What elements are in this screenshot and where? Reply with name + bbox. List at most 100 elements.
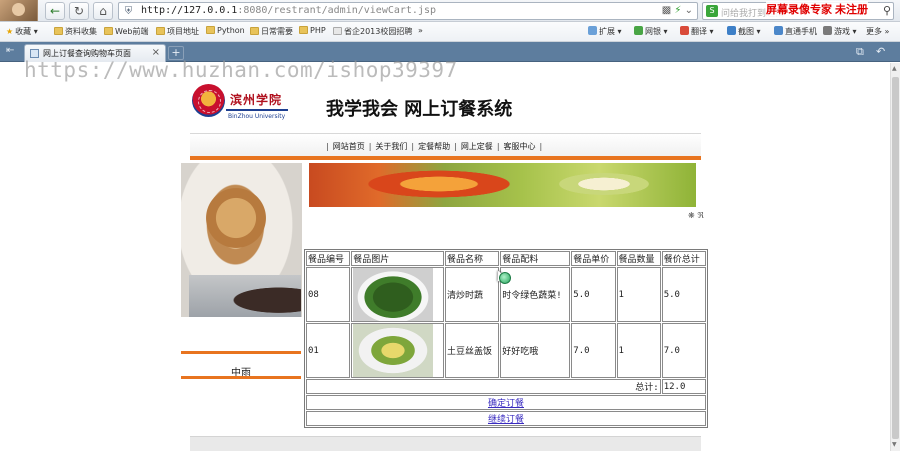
watermark-text: https://www.huzhan.com/ishop39397 [24,58,458,82]
bookmark-folder-5[interactable]: 日常需要 [250,26,293,37]
total-label: 总计: [306,379,661,394]
vertical-scrollbar[interactable]: ▲ ▼ [890,63,900,451]
nav-links: | 网站首页 | 关于我们 | 定餐帮助 | 网上定餐 | 客服中心 | [326,142,543,151]
banner-small-icons: ❋ ℜ [688,211,704,220]
folder-icon [104,27,113,35]
left-column [181,163,302,380]
cell-total: 5.0 [661,267,706,322]
browser-toolbar: ← ↻ ⌂ ⛨ http://127.0.0.1:8080/restrant/a… [0,0,900,22]
continue-order-link[interactable]: 继续订餐 [488,415,524,425]
logo-english-name: BinZhou University [228,113,286,120]
col-header-price: 餐品单价 [571,251,616,266]
cell-total: 7.0 [661,323,706,378]
dropdown-chevron-icon[interactable]: ⌄ [685,5,693,16]
bookmark-folder-3[interactable]: 项目地址 [156,26,199,37]
bookmark-folder-4[interactable]: Python [206,26,245,35]
university-logo[interactable]: 滨州学院 BinZhou University [190,81,290,129]
cell-image [351,323,445,378]
extensions-button[interactable]: 扩展 ▾ [588,26,622,37]
scroll-up-icon[interactable]: ▲ [892,65,897,72]
scroll-down-icon[interactable]: ▼ [892,441,897,448]
university-seal-icon [192,84,225,117]
main-navigation: | 网站首页 | 关于我们 | 定餐帮助 | 网上定餐 | 客服中心 | [190,133,701,160]
address-bar[interactable]: ⛨ http://127.0.0.1:8080/restrant/admin/v… [118,2,698,20]
logo-underline [226,109,288,111]
confirm-row: 确定订餐 [306,395,706,410]
col-header-qty: 餐品数量 [616,251,661,266]
puzzle-icon [588,26,597,35]
cursor-badge-icon [499,272,511,284]
qr-code-icon[interactable]: ▩ [662,5,671,16]
lightning-icon[interactable]: ⚡ [674,5,681,16]
cell-ingredients: 好好吃哦 [500,323,571,378]
bookmark-folder-6[interactable]: PHP [299,26,326,35]
translate-button[interactable]: 翻译 ▾ [680,26,714,37]
close-tab-icon[interactable]: × [152,47,160,58]
folder-icon [299,26,308,34]
food-banner-photo [309,163,696,207]
cell-name: 土豆丝盖饭 [445,323,500,378]
bookmark-folder-1[interactable]: 资料收集 [54,26,97,37]
cell-qty: 1 [616,267,661,322]
bookmark-link-7[interactable]: 省企2013校园招聘 [333,26,412,37]
home-button[interactable]: ⌂ [93,2,113,20]
refresh-button[interactable]: ↻ [69,2,89,20]
nav-home[interactable]: 网站首页 [333,142,365,151]
col-header-total: 餐价总计 [661,251,706,266]
bookmarks-bar: ★ 收藏 ▾ 资料收集 Web前端 项目地址 Python 日常需要 PHP 省企… [0,22,900,42]
search-engine-icon[interactable]: S [706,5,718,17]
cart-header-row: 餐品编号 餐品图片 餐品名称 餐品配料 餐品单价 餐品数量 餐价总计 [306,251,706,266]
scissors-icon [727,26,736,35]
folder-icon [250,27,259,35]
online-banking-button[interactable]: 网银 ▾ [634,26,668,37]
sidebar-toggle-icon[interactable]: ⇤ [6,45,14,56]
screen-recorder-label: 屏幕录像专家 未注册 [766,1,869,17]
address-url[interactable]: http://127.0.0.1:8080/restrant/admin/vie… [141,5,436,16]
cell-id: 01 [306,323,351,378]
search-icon[interactable]: ⚲ [883,4,891,17]
nav-help[interactable]: 定餐帮助 [418,142,450,151]
games-button[interactable]: 游戏 ▾ [823,26,857,37]
nav-service[interactable]: 客服中心 [504,142,536,151]
address-bar-actions[interactable]: ▩ ⚡ ⌄ [662,5,693,16]
cell-image [351,267,445,322]
screenshot-button[interactable]: 截图 ▾ [727,26,761,37]
total-value: 12.0 [661,379,706,394]
fried-food-photo [181,163,302,317]
folder-icon [54,27,63,35]
undo-close-icon[interactable]: ↶ [876,45,885,58]
user-avatar[interactable] [0,0,38,21]
bookmarks-more[interactable]: » [418,26,423,35]
back-arrow-icon: ← [49,4,61,18]
col-header-id: 餐品编号 [306,251,351,266]
dish-photo-potato [353,324,434,377]
bookmark-favorites[interactable]: ★ 收藏 ▾ [6,26,38,37]
scrollbar-thumb[interactable] [892,77,899,439]
star-icon: ★ [6,27,14,36]
translate-icon [680,26,689,35]
to-phone-button[interactable]: 直通手机 [774,26,817,37]
col-header-name: 餐品名称 [445,251,500,266]
refresh-icon: ↻ [73,4,85,18]
site-header: 滨州学院 BinZhou University 我学我会 网上订餐系统 [190,81,702,133]
more-tools-button[interactable]: 更多 » [866,26,889,37]
bookmark-folder-2[interactable]: Web前端 [104,26,148,37]
page-favicon-icon [30,49,39,58]
table-row: 01 土豆丝盖饭 好好吃哦 7.0 1 7.0 [306,323,706,378]
logo-chinese-name: 滨州学院 [230,93,283,107]
phone-icon [774,26,783,35]
confirm-order-link[interactable]: 确定订餐 [488,399,524,409]
nav-about[interactable]: 关于我们 [375,142,407,151]
cell-price: 5.0 [571,267,616,322]
home-icon: ⌂ [99,4,107,18]
site-title: 我学我会 网上订餐系统 [326,99,513,120]
continue-row: 继续订餐 [306,411,706,426]
left-divider-bottom [181,376,301,379]
back-button[interactable]: ← [45,2,65,20]
nav-order[interactable]: 网上定餐 [461,142,493,151]
cell-qty: 1 [616,323,661,378]
cell-price: 7.0 [571,323,616,378]
restore-window-icon[interactable]: ⧉ [856,45,864,59]
cell-id: 08 [306,267,351,322]
folder-icon [206,26,215,34]
